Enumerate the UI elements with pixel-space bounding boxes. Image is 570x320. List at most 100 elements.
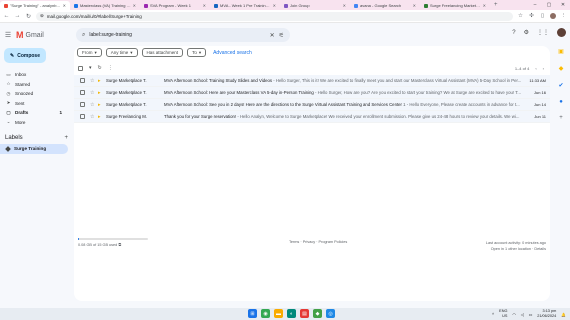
gmail-logo[interactable]: M Gmail (16, 30, 76, 40)
reload-icon[interactable]: ↻ (25, 13, 32, 20)
tab-close-icon[interactable]: ✕ (483, 3, 486, 8)
select-dropdown-icon[interactable]: ▾ (89, 65, 92, 71)
star-icon[interactable]: ☆ (90, 102, 95, 108)
clear-search-icon[interactable]: ✕ (270, 32, 275, 39)
chrome-icon[interactable]: ◉ (261, 309, 270, 318)
star-icon[interactable]: ☆ (90, 90, 95, 96)
browser-tab[interactable]: Surge Freelancing Marketplac ✕ (420, 1, 490, 10)
start-windows-icon[interactable]: ⊞ (248, 309, 257, 318)
important-marker-icon[interactable]: ▸ (98, 102, 103, 108)
wifi-icon[interactable]: ◠ (512, 312, 515, 317)
filter-any-time-chip[interactable]: Any time ▾ (105, 48, 138, 57)
email-row[interactable]: ☆ ▸ Surge Marketplace T. MVA Afternoon Scho… (74, 75, 550, 87)
sidebar-item-inbox[interactable]: ▭ Inbox (0, 70, 68, 80)
tab-close-icon[interactable]: ✕ (343, 3, 346, 8)
search-input[interactable]: label:surge-training (89, 32, 265, 38)
row-checkbox[interactable] (80, 90, 85, 95)
row-checkbox[interactable] (80, 78, 85, 83)
settings-gear-icon[interactable]: ⚙ (524, 29, 529, 36)
site-info-icon[interactable]: ⊜ (40, 13, 44, 19)
important-marker-icon[interactable]: ▸ (98, 90, 103, 96)
activity-line-2[interactable]: Open in 1 other location · Details (486, 246, 546, 252)
battery-icon[interactable]: ▭ (529, 312, 533, 317)
search-bar[interactable]: ⌕ label:surge-training ✕ ⚟ (76, 28, 290, 42)
keep-icon[interactable]: ◆ (559, 65, 564, 72)
tab-close-icon[interactable]: ✕ (203, 3, 206, 8)
store-icon[interactable]: ▤ (300, 309, 309, 318)
browser-tab[interactable]: SVA Program - Week 1 ✕ (140, 1, 210, 10)
contacts-icon[interactable]: ● (559, 99, 563, 105)
row-checkbox[interactable] (80, 102, 85, 107)
add-label-icon[interactable]: + (64, 135, 68, 141)
email-row[interactable]: ☆ ▸ Surge Marketplace T. MVA Afternoon Scho… (74, 99, 550, 111)
main-menu-icon[interactable]: ☰ (4, 31, 12, 39)
browser-tab[interactable]: Join Group ✕ (280, 1, 350, 10)
clock[interactable]: 3:13 pm 21/06/2024 (537, 309, 556, 319)
tab-close-icon[interactable]: ✕ (63, 3, 66, 8)
add-addon-icon[interactable]: + (559, 115, 563, 121)
maximize-icon[interactable]: ▢ (542, 0, 556, 10)
compose-button[interactable]: ✎ Compose (4, 48, 46, 63)
browser-tab[interactable]: MVA - Week 1 Pre Training Vi ✕ (210, 1, 280, 10)
footer-links[interactable]: Terms · Privacy · Program Policies (289, 240, 347, 244)
important-marker-icon[interactable]: ▸ (98, 78, 103, 84)
sidebar-item-sent[interactable]: ➤ Sent (0, 99, 68, 109)
help-icon[interactable]: ? (512, 30, 515, 36)
close-window-icon[interactable]: ✕ (556, 0, 570, 10)
browser-tab[interactable]: Masterclass (VA) Training Cla ✕ (70, 1, 140, 10)
language-indicator[interactable]: ENG US (499, 309, 507, 319)
filter-has-attachment-chip[interactable]: Has attachment (141, 48, 184, 57)
row-checkbox[interactable] (80, 114, 85, 119)
next-page-icon[interactable]: › (543, 66, 544, 71)
notification-icon[interactable]: 🔔 (561, 312, 566, 317)
back-icon[interactable]: ← (3, 13, 10, 19)
sidebar-item-starred[interactable]: ☆ Starred (0, 80, 68, 90)
open-storage-icon[interactable]: ⧉ (118, 243, 121, 247)
advanced-search-link[interactable]: Advanced search (213, 50, 252, 56)
volume-icon[interactable]: ◁ (521, 312, 524, 317)
tray-chevron-icon[interactable]: ˄ (492, 312, 494, 316)
search-icon[interactable]: ⌕ (82, 32, 85, 39)
sidebar-item-label: Starred (15, 81, 31, 87)
refresh-icon[interactable]: ↻ (98, 65, 102, 71)
sidebar-item-drafts[interactable]: ▢ Drafts 1 (0, 108, 68, 118)
minimize-icon[interactable]: – (528, 0, 542, 10)
apps-grid-icon[interactable]: ⋮⋮ (537, 29, 549, 36)
tab-close-icon[interactable]: ✕ (133, 3, 136, 8)
account-avatar[interactable] (557, 28, 566, 37)
email-snippet: - Hello Surger, This is it! We are excit… (272, 78, 522, 83)
important-marker-icon[interactable]: ▸ (98, 114, 103, 120)
email-row[interactable]: ☆ ▸ Surge Freelancing M. Thank you for your… (74, 111, 550, 123)
sidebar-toggle-icon[interactable]: ▯ (539, 13, 546, 19)
tasks-icon[interactable]: ✔ (558, 82, 563, 89)
app-icon[interactable]: ◆ (313, 309, 322, 318)
prev-page-icon[interactable]: ‹ (535, 66, 536, 71)
extensions-icon[interactable]: ✣ (528, 13, 535, 19)
browser-menu-icon[interactable]: ⋮ (560, 13, 567, 19)
sidebar-item-snoozed[interactable]: ◷ Snoozed (0, 89, 68, 99)
filter-to-chip[interactable]: To ▾ (187, 48, 207, 57)
more-actions-icon[interactable]: ⋮ (108, 65, 113, 71)
star-icon[interactable]: ☆ (90, 114, 95, 120)
forward-icon[interactable]: → (14, 13, 21, 19)
browser-tab[interactable]: "Surge Training" - analynbenp ✕ (0, 1, 70, 10)
bookmark-star-icon[interactable]: ☆ (517, 13, 524, 19)
file-explorer-icon[interactable]: ▬ (274, 309, 283, 318)
edge-icon[interactable]: ◐ (287, 309, 296, 318)
new-tab-button[interactable]: + (490, 1, 502, 10)
url-field[interactable]: ⊜ mail.google.com/mail/u/0/#label/Surge+… (36, 11, 513, 21)
tab-close-icon[interactable]: ✕ (413, 3, 416, 8)
email-row[interactable]: ☆ ▸ Surge Marketplace T. MVA Afternoon Scho… (74, 87, 550, 99)
select-all-checkbox[interactable] (78, 65, 83, 71)
sidebar-label-item[interactable]: Surge Training (0, 144, 68, 154)
calendar-icon[interactable]: ▣ (558, 48, 564, 55)
search-options-icon[interactable]: ⚟ (279, 32, 284, 39)
browser-tab[interactable]: avana - Google Search ✕ (350, 1, 420, 10)
profile-avatar[interactable] (550, 13, 556, 19)
tab-favicon-icon (144, 3, 148, 8)
tab-close-icon[interactable]: ✕ (273, 3, 276, 8)
star-icon[interactable]: ☆ (90, 78, 95, 84)
app-badge-icon[interactable]: ◎ (326, 309, 335, 318)
filter-from-chip[interactable]: From ▾ (77, 48, 102, 57)
sidebar-item-more[interactable]: ⌄ More (0, 118, 68, 128)
